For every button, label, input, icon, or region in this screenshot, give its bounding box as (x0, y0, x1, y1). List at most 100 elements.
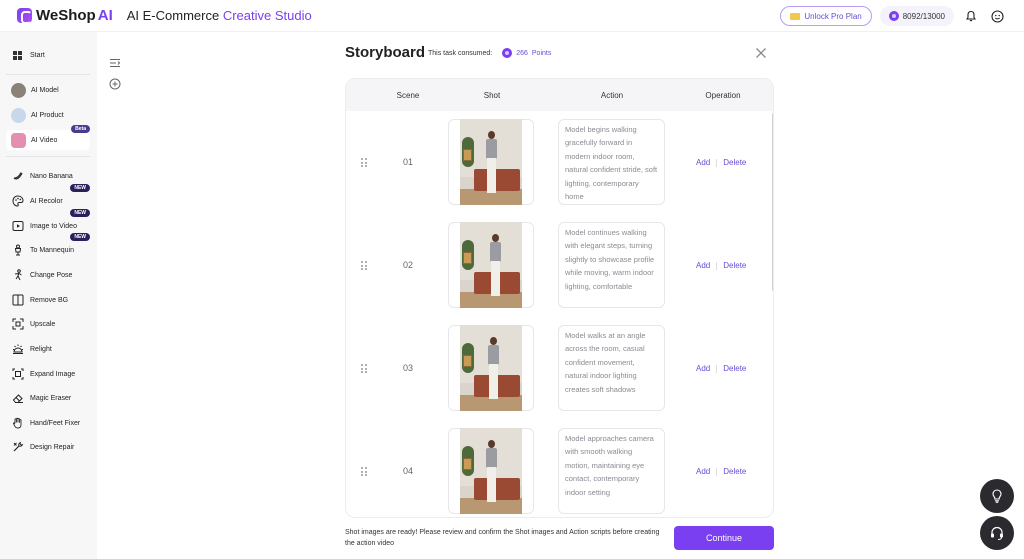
storyboard-table: Scene Shot Action Operation 01 Model beg… (345, 78, 774, 518)
sidebar-item-label: Upscale (30, 320, 56, 328)
sidebar-item-ai-model[interactable]: AI Model (6, 80, 90, 100)
sidebar-item-label: AI Model (31, 86, 59, 94)
sidebar-item-change-pose[interactable]: Change Pose (6, 265, 90, 285)
app-title-prefix: AI E-Commerce (126, 8, 220, 23)
shot-image[interactable] (448, 119, 534, 205)
ai-model-thumbnail-icon (11, 82, 26, 98)
row-operations: Add Delete (696, 364, 756, 373)
points-consumed: This task consumed: 266 Points (428, 48, 551, 58)
sidebar-item-hand-feet-fixer[interactable]: Hand/Feet Fixer (6, 413, 90, 433)
action-script-input[interactable]: Model approaches camera with smooth walk… (558, 428, 665, 514)
scene-number: 01 (402, 157, 413, 167)
table-scrollbar[interactable] (772, 113, 773, 291)
user-avatar-icon[interactable] (988, 7, 1006, 25)
delete-scene-button[interactable]: Delete (723, 261, 746, 270)
upscale-icon (11, 318, 24, 331)
shot-image[interactable] (448, 428, 534, 514)
new-badge: NEW (70, 184, 90, 192)
storyboard-title: Storyboard (345, 44, 426, 61)
coin-icon (888, 11, 899, 21)
new-badge: NEW (70, 209, 90, 217)
unlock-pro-button[interactable]: Unlock Pro Plan (780, 6, 872, 26)
delete-scene-button[interactable]: Delete (723, 364, 746, 373)
drag-handle-icon[interactable] (361, 158, 367, 167)
close-icon[interactable] (754, 46, 768, 60)
action-script-input[interactable]: Model continues walking with elegant ste… (558, 222, 665, 308)
column-header-action: Action (600, 91, 624, 100)
add-scene-button[interactable]: Add (696, 364, 710, 373)
sidebar-item-remove-bg[interactable]: Remove BG (6, 290, 90, 310)
sidebar-divider (6, 74, 90, 75)
logo-icon (17, 8, 32, 24)
drag-handle-icon[interactable] (361, 261, 367, 270)
add-scene-button[interactable]: Add (696, 261, 710, 270)
drag-handle-icon[interactable] (361, 364, 367, 373)
column-header-shot: Shot (483, 91, 501, 100)
sidebar-item-label: Change Pose (30, 271, 73, 279)
brand-ai: AI (97, 7, 113, 24)
sidebar-item-label: Remove BG (30, 296, 69, 304)
points-balance[interactable]: 8092/13000 (879, 6, 954, 26)
action-script-input[interactable]: Model walks at an angle across the room,… (558, 325, 665, 411)
unlock-pro-label: Unlock Pro Plan (804, 11, 862, 21)
sidebar-item-design-repair[interactable]: Design Repair (6, 437, 90, 457)
ai-product-thumbnail-icon (11, 107, 26, 123)
sidebar-item-relight[interactable]: Relight (6, 339, 90, 359)
row-operations: Add Delete (696, 158, 756, 167)
sidebar-item-nano-banana[interactable]: Nano Banana (6, 166, 90, 186)
grid-icon (11, 49, 24, 62)
sidebar-item-label: AI Recolor (30, 197, 63, 205)
shot-image[interactable] (448, 222, 534, 308)
sidebar-item-magic-eraser[interactable]: Magic Eraser (6, 388, 90, 408)
sidebar-item-label: Image to Video (30, 222, 77, 230)
delete-scene-button[interactable]: Delete (723, 158, 746, 167)
weshop-logo[interactable]: WeShop AI (17, 7, 113, 24)
ai-video-thumbnail-icon (11, 132, 26, 148)
continue-button[interactable]: Continue (674, 526, 774, 550)
eraser-icon (11, 392, 24, 405)
sidebar-item-upscale[interactable]: Upscale (6, 314, 90, 334)
add-scene-button[interactable]: Add (696, 467, 710, 476)
sidebar-item-to-mannequin[interactable]: To Mannequin NEW (6, 233, 90, 260)
app-title-accent: Creative Studio (222, 8, 312, 23)
hand-icon (11, 417, 24, 430)
add-scene-button[interactable]: Add (696, 158, 710, 167)
table-row: 04 Model approaches camera with smooth w… (346, 420, 773, 517)
table-row: 01 Model begins walking gracefully forwa… (346, 111, 773, 214)
pose-icon (11, 269, 24, 282)
action-script-input[interactable]: Model begins walking gracefully forward … (558, 119, 665, 205)
row-operations: Add Delete (696, 261, 756, 270)
new-badge: NEW (70, 233, 90, 241)
sidebar-item-label: Nano Banana (30, 172, 73, 180)
coin-icon (502, 48, 513, 58)
sidebar-item-label: To Mannequin (30, 246, 74, 254)
delete-scene-button[interactable]: Delete (723, 467, 746, 476)
sidebar-item-ai-recolor[interactable]: AI Recolor NEW (6, 184, 90, 211)
sidebar-item-label: AI Video (31, 136, 58, 144)
top-bar: WeShop AI AI E-Commerce Creative Studio … (0, 0, 1024, 32)
tips-lightbulb-button[interactable] (980, 479, 1014, 513)
collapse-panel-icon[interactable] (109, 56, 121, 68)
sidebar-item-expand-image[interactable]: Expand Image (6, 364, 90, 384)
consumed-unit: Points (531, 49, 552, 57)
operation-divider (716, 467, 718, 476)
remove-bg-icon (11, 294, 24, 307)
drag-handle-icon[interactable] (361, 467, 367, 476)
review-note: Shot images are ready! Please review and… (345, 529, 660, 547)
shot-image[interactable] (448, 325, 534, 411)
sidebar-item-ai-product[interactable]: AI Product (6, 105, 90, 125)
column-header-operation: Operation (705, 91, 741, 100)
sidebar-item-ai-video[interactable]: AI Video Beta (6, 125, 90, 150)
add-circle-icon[interactable] (109, 77, 121, 90)
sidebar-item-label: AI Product (31, 111, 64, 119)
notification-bell-icon[interactable] (962, 7, 980, 25)
headset-icon (991, 526, 1003, 540)
sidebar-item-start[interactable]: Start (6, 45, 90, 65)
support-headset-button[interactable] (980, 516, 1014, 550)
app-title: AI E-Commerce Creative Studio (127, 8, 312, 23)
sidebar: Start AI Model AI Product AI Video Beta … (0, 32, 97, 559)
video-icon (11, 220, 24, 233)
sidebar-divider (6, 156, 90, 157)
table-header: Scene Shot Action Operation (346, 79, 773, 111)
column-header-scene: Scene (396, 91, 420, 100)
